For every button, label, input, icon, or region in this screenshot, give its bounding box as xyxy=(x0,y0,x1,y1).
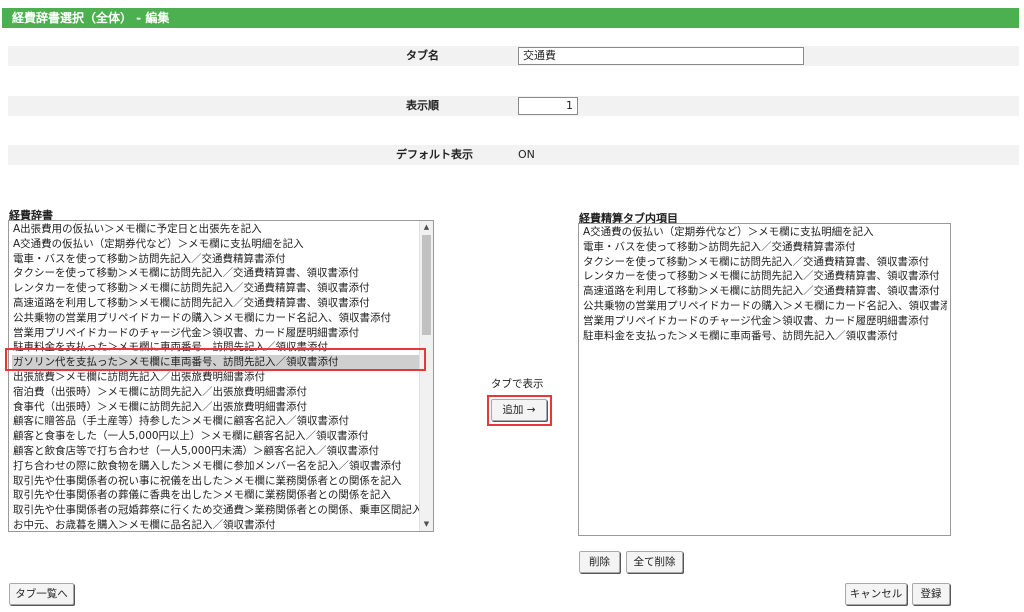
add-button[interactable]: 追加 → xyxy=(491,399,547,421)
list-item[interactable]: 顧客と食事をした（一人5,000円以上）＞メモ欄に顧客名記入／領収書添付 xyxy=(12,429,419,444)
display-order-row xyxy=(8,96,1019,116)
list-item[interactable]: 高速道路を利用して移動＞メモ欄に訪問先記入／交通費精算書、領収書添付 xyxy=(582,284,947,299)
list-item[interactable]: レンタカーを使って移動＞メモ欄に訪問先記入／交通費精算書、領収書添付 xyxy=(12,281,419,296)
default-display-value: ON xyxy=(518,148,535,161)
list-item[interactable]: タクシーを使って移動＞メモ欄に訪問先記入／交通費精算書、領収書添付 xyxy=(12,266,419,281)
list-item[interactable]: 電車・バスを使って移動＞訪問先記入／交通費精算書添付 xyxy=(12,252,419,267)
list-item[interactable]: 公共乗物の営業用プリペイドカードの購入＞メモ欄にカード名記入、領収書添付 xyxy=(12,311,419,326)
list-item[interactable]: 宿泊費（出張時）＞メモ欄に訪問先記入／出張旅費明細書添付 xyxy=(12,385,419,400)
cancel-button[interactable]: キャンセル xyxy=(845,583,907,605)
list-item[interactable]: 出張旅費＞メモ欄に訪問先記入／出張旅費明細書添付 xyxy=(12,370,419,385)
tab-name-row xyxy=(8,46,1019,66)
list-item[interactable]: 取引先や仕事関係者の冠婚葬祭に行くため交通費＞業務関係者との関係、乗車区間記入 xyxy=(12,503,419,518)
dictionary-listbox[interactable]: A出張費用の仮払い＞メモ欄に予定日と出張先を記入 A交通費の仮払い（定期券代など）… xyxy=(8,220,434,532)
register-button[interactable]: 登録 xyxy=(912,583,950,605)
tab-name-input[interactable]: 交通費 xyxy=(518,47,804,65)
list-item[interactable]: 顧客に贈答品（手土産等）持参した＞メモ欄に顧客名記入／領収書添付 xyxy=(12,414,419,429)
page-title-bar: 経費辞書選択（全体） - 編集 xyxy=(2,8,1019,28)
list-item[interactable]: 取引先や仕事関係者の葬儀に香典を出した＞メモ欄に業務関係者との関係を記入 xyxy=(12,488,419,503)
tab-name-label: タブ名 xyxy=(406,49,439,62)
scroll-up-icon[interactable]: ▲ xyxy=(420,221,433,234)
list-item[interactable]: 駐車料金を支払った＞メモ欄に車両番号、訪問先記入／領収書添付 xyxy=(582,329,947,344)
dictionary-scrollbar[interactable]: ▲ ▼ xyxy=(419,221,433,531)
default-display-row xyxy=(8,145,1019,165)
list-item[interactable]: A交通費の仮払い（定期券代など）＞メモ欄に支払明細を記入 xyxy=(582,225,947,240)
selected-item-highlight xyxy=(5,348,426,371)
scroll-thumb[interactable] xyxy=(422,235,431,335)
scroll-down-icon[interactable]: ▼ xyxy=(420,518,433,531)
list-item[interactable]: 営業用プリペイドカードのチャージ代金＞領収書、カード履歴明細書添付 xyxy=(582,314,947,329)
list-item[interactable]: A出張費用の仮払い＞メモ欄に予定日と出張先を記入 xyxy=(12,222,419,237)
delete-button[interactable]: 削除 xyxy=(579,551,620,573)
tab-items-listbox[interactable]: A交通費の仮払い（定期券代など）＞メモ欄に支払明細を記入 電車・バスを使って移動＞… xyxy=(578,223,951,536)
page-title: 経費辞書選択（全体） - 編集 xyxy=(12,11,170,25)
list-item[interactable]: 食事代（出張時）＞メモ欄に訪問先記入／出張旅費明細書添付 xyxy=(12,400,419,415)
display-order-label: 表示順 xyxy=(406,99,439,112)
tab-list-button[interactable]: タブ一覧へ xyxy=(9,583,74,605)
list-item[interactable]: 電車・バスを使って移動＞訪問先記入／交通費精算書添付 xyxy=(582,240,947,255)
list-item[interactable]: お中元、お歳暮を購入＞メモ欄に品名記入／領収書添付 xyxy=(12,518,419,531)
list-item[interactable]: 取引先や仕事関係者の祝い事に祝儀を出した＞メモ欄に業務関係者との関係を記入 xyxy=(12,474,419,489)
list-item[interactable]: 顧客と飲食店等で打ち合わせ（一人5,000円未満）＞顧客名記入／領収書添付 xyxy=(12,444,419,459)
list-item[interactable]: A交通費の仮払い（定期券代など）＞メモ欄に支払明細を記入 xyxy=(12,237,419,252)
add-caption: タブで表示 xyxy=(491,378,544,390)
list-item[interactable]: 打ち合わせの際に飲食物を購入した＞メモ欄に参加メンバー名を記入／領収書添付 xyxy=(12,459,419,474)
display-order-input[interactable]: 1 xyxy=(518,97,578,115)
tab-items-list: A交通費の仮払い（定期券代など）＞メモ欄に支払明細を記入 電車・バスを使って移動＞… xyxy=(582,225,947,343)
list-item[interactable]: 高速道路を利用して移動＞メモ欄に訪問先記入／交通費精算書、領収書添付 xyxy=(12,296,419,311)
list-item[interactable]: タクシーを使って移動＞メモ欄に訪問先記入／交通費精算書、領収書添付 xyxy=(582,255,947,270)
list-item[interactable]: 公共乗物の営業用プリペイドカードの購入＞メモ欄にカード名記入、領収書添付 xyxy=(582,299,947,314)
default-display-label: デフォルト表示 xyxy=(396,148,473,161)
list-item[interactable]: レンタカーを使って移動＞メモ欄に訪問先記入／交通費精算書、領収書添付 xyxy=(582,269,947,284)
dictionary-items: A出張費用の仮払い＞メモ欄に予定日と出張先を記入 A交通費の仮払い（定期券代など）… xyxy=(12,222,419,531)
list-item[interactable]: 営業用プリペイドカードのチャージ代金＞領収書、カード履歴明細書添付 xyxy=(12,326,419,341)
delete-all-button[interactable]: 全て削除 xyxy=(626,551,683,573)
